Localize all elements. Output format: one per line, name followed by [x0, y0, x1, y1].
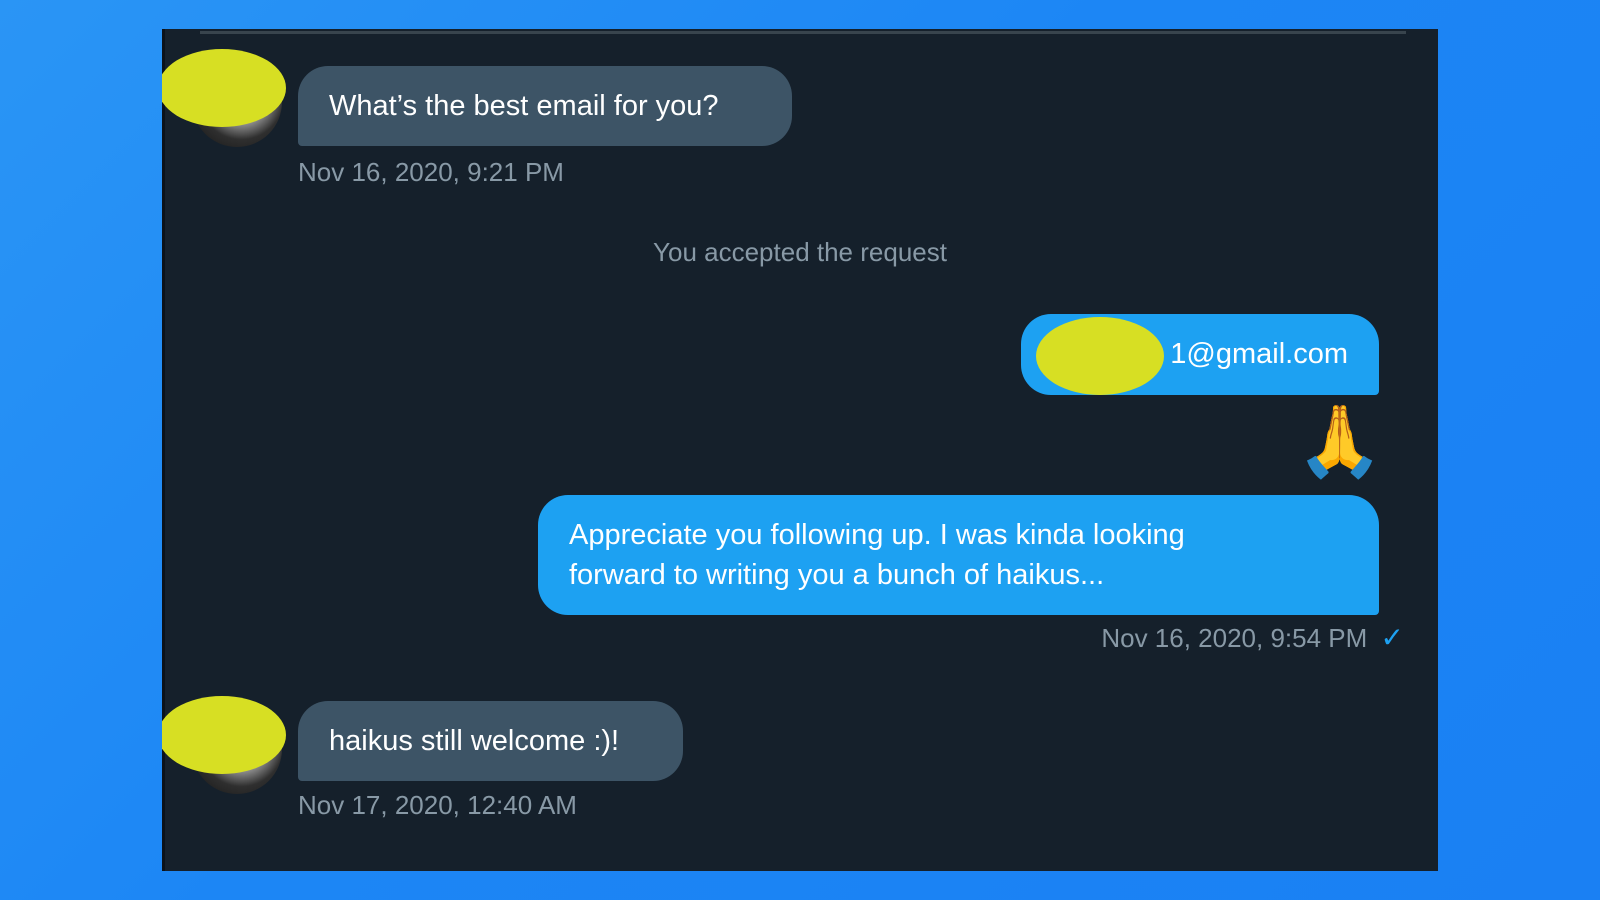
redaction-mark	[1036, 317, 1164, 395]
message-text: What’s the best email for you?	[329, 90, 719, 122]
dm-conversation-panel: What’s the best email for you? Nov 16, 2…	[162, 29, 1438, 871]
top-divider	[200, 31, 1406, 34]
request-accepted-note: You accepted the request	[653, 237, 947, 267]
incoming-message-bubble[interactable]: haikus still welcome :)!	[298, 701, 683, 781]
outgoing-message-bubble[interactable]: Appreciate you following up. I was kinda…	[538, 495, 1379, 615]
message-timestamp: Nov 16, 2020, 9:54 PM	[1101, 623, 1368, 653]
message-text: 1@gmail.com	[1170, 338, 1348, 370]
message-text: haikus still welcome :)!	[329, 725, 620, 757]
check-icon: ✓	[1380, 622, 1404, 653]
redaction-mark	[162, 696, 286, 774]
incoming-message-bubble[interactable]: What’s the best email for you?	[298, 66, 792, 146]
redaction-mark	[162, 49, 286, 127]
message-text-line: Appreciate you following up. I was kinda…	[569, 519, 1185, 551]
message-timestamp: Nov 17, 2020, 12:40 AM	[298, 790, 577, 820]
folded-hands-emoji[interactable]: 🙏	[1296, 401, 1383, 481]
message-timestamp: Nov 16, 2020, 9:21 PM	[298, 157, 564, 187]
message-meta: Nov 16, 2020, 9:54 PM ✓	[1101, 622, 1404, 654]
message-text-line: forward to writing you a bunch of haikus…	[569, 559, 1105, 591]
